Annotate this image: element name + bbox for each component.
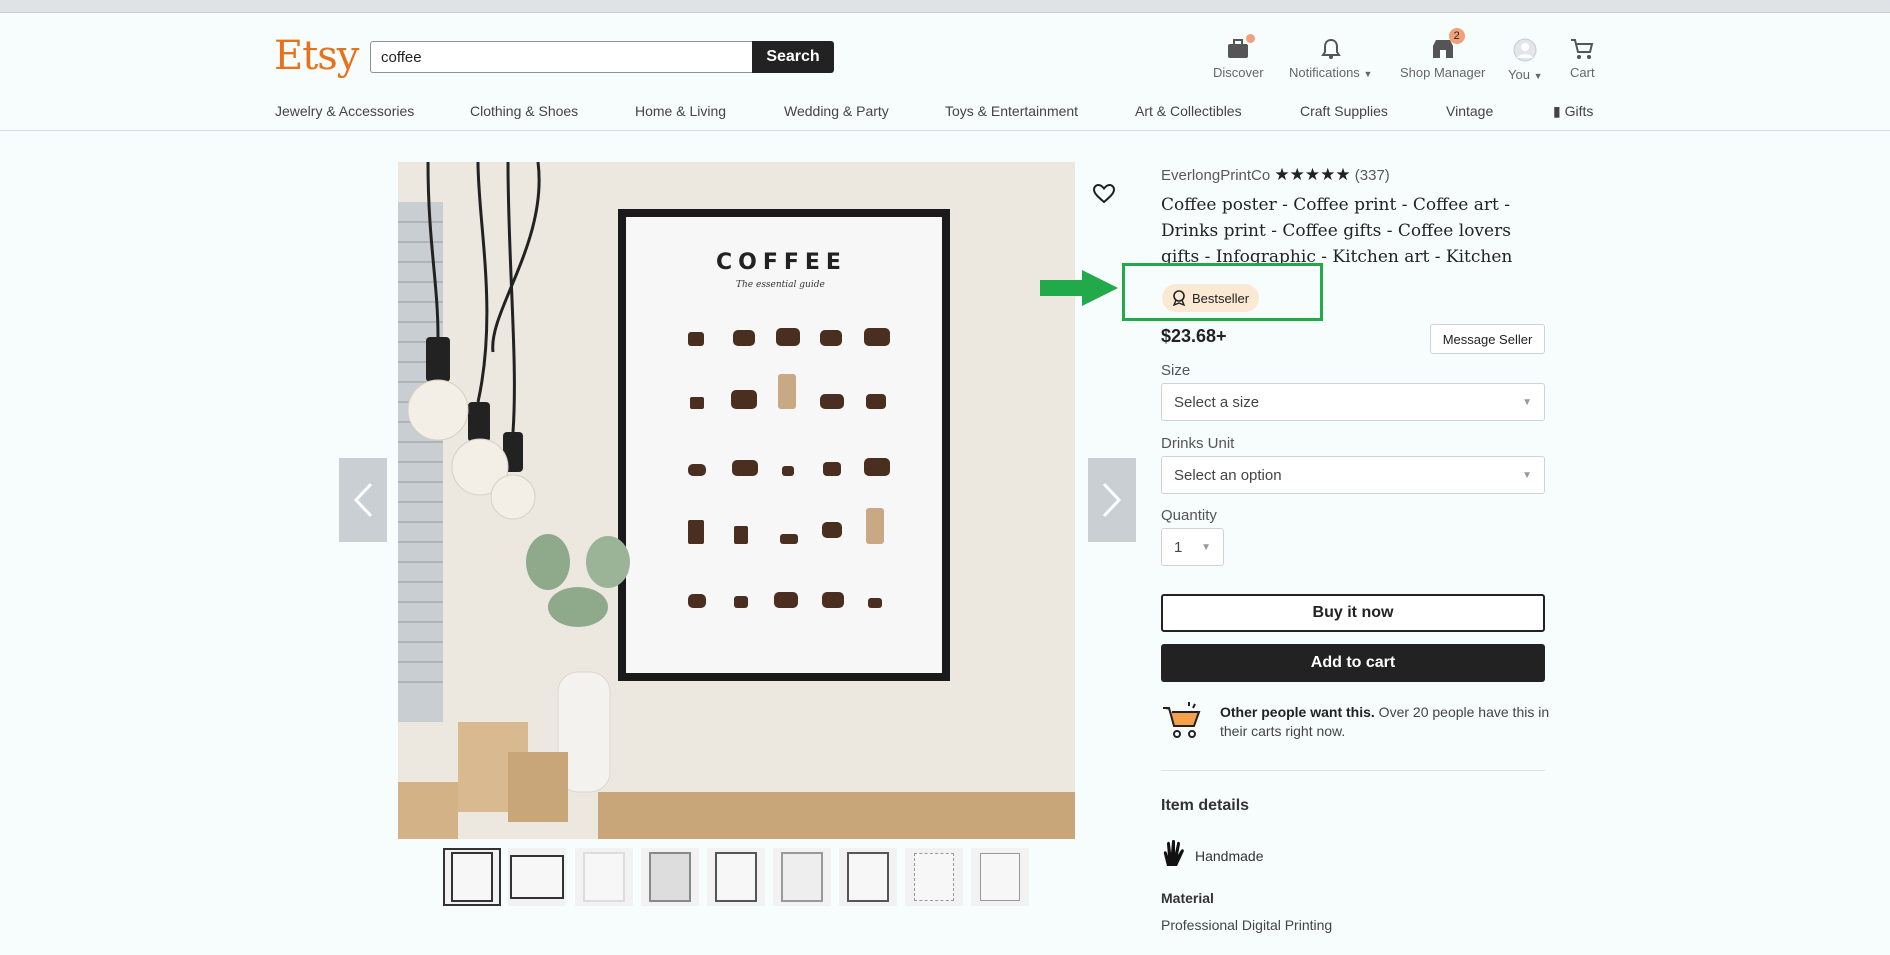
- chevron-down-icon: ▼: [1201, 541, 1211, 553]
- thumbnail-poster: [649, 852, 691, 902]
- poster-subtitle: The essential guide: [736, 280, 825, 290]
- nav-you[interactable]: You ▼: [1508, 38, 1542, 82]
- thumbnail-8[interactable]: [905, 848, 963, 906]
- gift-icon: ▮: [1553, 103, 1561, 119]
- category-craft[interactable]: Craft Supplies: [1300, 103, 1388, 119]
- thumbnail-9[interactable]: [971, 848, 1029, 906]
- discover-dot: [1246, 34, 1256, 43]
- category-home-living[interactable]: Home & Living: [635, 103, 726, 119]
- category-gifts[interactable]: ▮ Gifts: [1553, 103, 1593, 120]
- thumbnail-poster: [914, 853, 954, 901]
- category-gifts-label: Gifts: [1564, 103, 1594, 119]
- drinks-unit-select[interactable]: Select an option ▼: [1161, 456, 1545, 494]
- quantity-label: Quantity: [1161, 507, 1217, 524]
- thumbnail-4[interactable]: [641, 848, 699, 906]
- thumbnail-poster: [781, 852, 823, 902]
- nav-you-label: You: [1508, 67, 1530, 82]
- cart-demand-icon: [1163, 702, 1201, 738]
- drinks-unit-select-value: Select an option: [1174, 466, 1282, 484]
- next-image-button[interactable]: [1088, 458, 1136, 542]
- thumbnail-poster: [715, 852, 757, 902]
- search-button[interactable]: Search: [752, 41, 834, 73]
- chevron-down-icon: ▼: [1522, 396, 1532, 408]
- thumbnail-2[interactable]: [508, 848, 566, 906]
- favorite-heart-icon[interactable]: [1092, 183, 1116, 209]
- hand-icon: [1163, 840, 1184, 866]
- thumbnail-1[interactable]: [443, 848, 501, 906]
- search-input[interactable]: [370, 41, 752, 73]
- rating-stars: ★★★★★: [1274, 165, 1351, 184]
- thumbnail-3[interactable]: [575, 848, 633, 906]
- category-art[interactable]: Art & Collectibles: [1135, 103, 1242, 119]
- shop-badge: 2: [1448, 28, 1465, 44]
- listing-title: Coffee poster - Coffee print - Coffee ar…: [1161, 195, 1513, 267]
- message-seller-button[interactable]: Message Seller: [1430, 324, 1545, 354]
- thumbnail-poster: [583, 852, 625, 902]
- thumbnail-poster: [847, 852, 889, 902]
- demand-message: Other people want this. Over 20 people h…: [1220, 703, 1550, 741]
- nav-cart-label: Cart: [1570, 65, 1595, 80]
- previous-image-button[interactable]: [339, 458, 387, 542]
- nav-shop-manager[interactable]: 2 Shop Manager: [1400, 28, 1486, 80]
- nav-discover-label: Discover: [1213, 65, 1264, 80]
- bestseller-badge: Bestseller: [1162, 284, 1260, 312]
- quantity-select-value: 1: [1174, 538, 1183, 556]
- annotation-arrow-icon: [1040, 270, 1118, 306]
- buy-it-now-button[interactable]: Buy it now: [1161, 594, 1545, 632]
- nav-discover[interactable]: Discover: [1213, 34, 1264, 80]
- nav-shop-manager-label: Shop Manager: [1400, 65, 1486, 80]
- nav-notifications-label: Notifications: [1289, 65, 1360, 80]
- thumbnail-7[interactable]: [839, 848, 897, 906]
- quantity-select[interactable]: 1 ▼: [1161, 528, 1224, 566]
- thumbnail-poster: [510, 855, 564, 899]
- review-count[interactable]: (337): [1355, 167, 1390, 184]
- thumbnail-poster: [980, 853, 1020, 901]
- category-toys[interactable]: Toys & Entertainment: [945, 103, 1078, 119]
- category-wedding[interactable]: Wedding & Party: [784, 103, 889, 119]
- size-select-value: Select a size: [1174, 393, 1260, 411]
- poster-title: COFFEE: [716, 250, 847, 275]
- bell-icon: [1320, 38, 1341, 59]
- demand-message-bold: Other people want this.: [1220, 704, 1375, 720]
- listing-main-image[interactable]: COFFEE The essential guide: [398, 162, 1075, 839]
- section-divider: [1161, 770, 1545, 771]
- chevron-down-icon: ▼: [1522, 469, 1532, 481]
- chevron-left-icon: [353, 482, 373, 518]
- size-select[interactable]: Select a size ▼: [1161, 383, 1545, 421]
- nav-notifications[interactable]: Notifications ▼: [1289, 38, 1372, 80]
- add-to-cart-button[interactable]: Add to cart: [1161, 644, 1545, 682]
- header-divider: [0, 130, 1890, 131]
- drinks-unit-label: Drinks Unit: [1161, 435, 1235, 452]
- cart-icon: [1571, 39, 1594, 59]
- category-jewelry[interactable]: Jewelry & Accessories: [275, 103, 414, 119]
- size-label: Size: [1161, 362, 1191, 379]
- chevron-down-icon: ▼: [1363, 69, 1373, 79]
- nav-cart[interactable]: Cart: [1570, 38, 1595, 80]
- thumbnail-6[interactable]: [773, 848, 831, 906]
- browser-top-strip: [0, 0, 1890, 13]
- avatar-icon: [1513, 38, 1537, 62]
- thumbnail-poster: [451, 852, 493, 902]
- item-details-heading[interactable]: Item details: [1161, 797, 1249, 815]
- etsy-logo[interactable]: Etsy: [274, 33, 359, 79]
- material-value: Professional Digital Printing: [1161, 917, 1333, 933]
- shop-rating-line: EverlongPrintCo ★★★★★ (337): [1161, 165, 1390, 185]
- shop-name-link[interactable]: EverlongPrintCo: [1161, 167, 1270, 184]
- award-ribbon-icon: [1172, 290, 1186, 306]
- category-clothing[interactable]: Clothing & Shoes: [470, 103, 578, 119]
- chevron-down-icon: ▼: [1533, 71, 1543, 81]
- bestseller-label: Bestseller: [1192, 290, 1250, 306]
- price: $23.68+: [1161, 326, 1227, 346]
- handmade-label: Handmade: [1195, 848, 1264, 864]
- thumbnail-5[interactable]: [707, 848, 765, 906]
- chevron-right-icon: [1102, 482, 1122, 518]
- material-label: Material: [1161, 890, 1214, 906]
- category-vintage[interactable]: Vintage: [1446, 103, 1493, 119]
